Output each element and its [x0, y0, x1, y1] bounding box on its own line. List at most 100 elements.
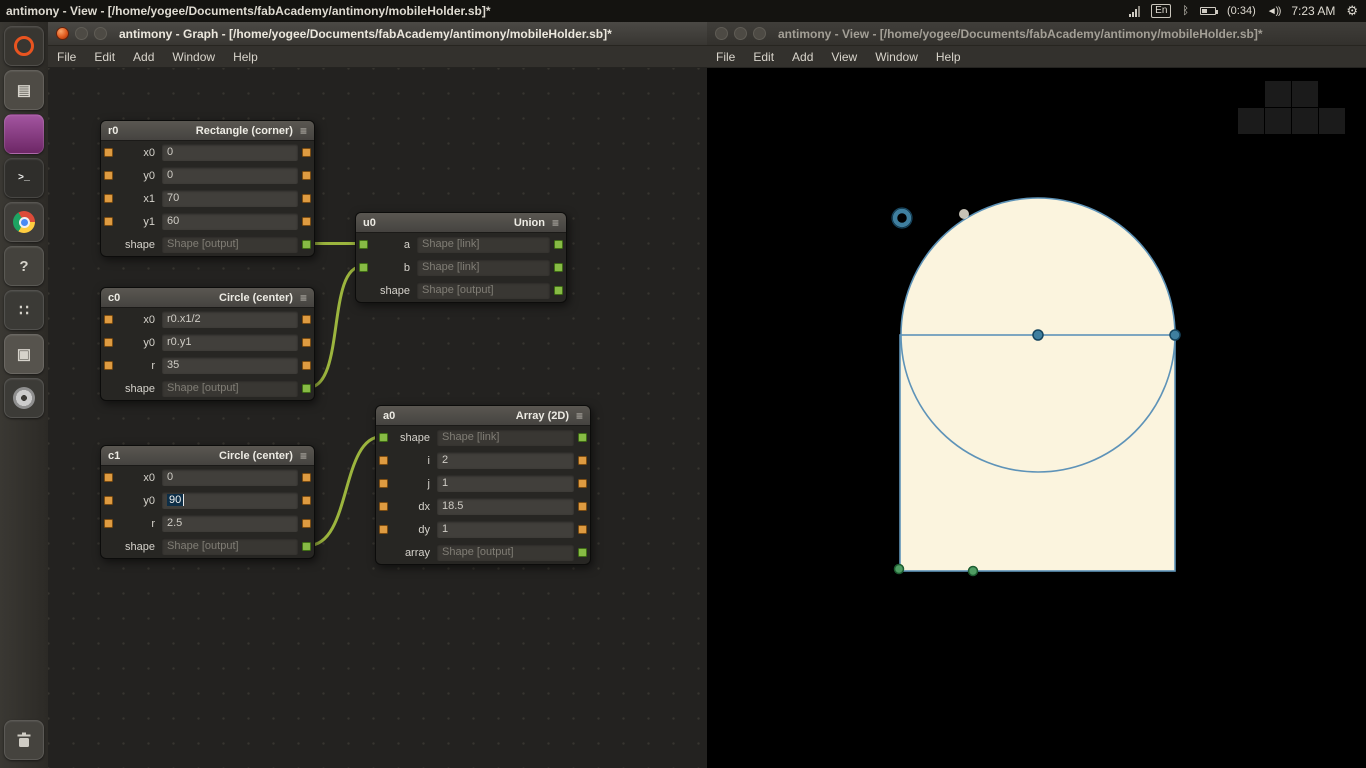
view-menu-help[interactable]: Help: [927, 46, 970, 67]
output-port[interactable]: [302, 148, 311, 157]
row-value-input[interactable]: 90: [162, 492, 298, 509]
launcher-item-trash[interactable]: [4, 720, 44, 760]
node-menu-icon[interactable]: ≡: [576, 409, 583, 423]
viewport-canvas[interactable]: [707, 68, 1366, 768]
ring-handle[interactable]: [892, 208, 912, 228]
node-u0[interactable]: u0 Union ≡ a Shape [link] b Shape [link]: [355, 212, 567, 303]
row-value-input[interactable]: 2.5: [162, 515, 298, 532]
view-menu-window[interactable]: Window: [866, 46, 927, 67]
input-port[interactable]: [104, 315, 113, 324]
input-port[interactable]: [104, 473, 113, 482]
node-u0-titlebar[interactable]: u0 Union ≡: [356, 213, 566, 233]
view-menu-file[interactable]: File: [707, 46, 744, 67]
center-handle[interactable]: [1032, 329, 1044, 341]
wire-c0-shape-to-u0-b[interactable]: [307, 265, 363, 389]
row-value-input[interactable]: 60: [162, 213, 298, 230]
graph-canvas[interactable]: r0 Rectangle (corner) ≡ x0 0 y0 0 x1 70 …: [48, 68, 707, 768]
output-port[interactable]: [578, 479, 587, 488]
input-port[interactable]: [379, 456, 388, 465]
input-port[interactable]: [104, 496, 113, 505]
node-r0[interactable]: r0 Rectangle (corner) ≡ x0 0 y0 0 x1 70 …: [100, 120, 315, 257]
output-port[interactable]: [302, 338, 311, 347]
launcher-item-software-center[interactable]: [4, 114, 44, 154]
3d-viewport[interactable]: [707, 68, 1366, 768]
output-port[interactable]: [578, 525, 587, 534]
node-c1-titlebar[interactable]: c1 Circle (center) ≡: [101, 446, 314, 466]
launcher-item-files[interactable]: ▤: [4, 70, 44, 110]
launcher-item-terminal[interactable]: >_: [4, 158, 44, 198]
launcher-item-disc-burner[interactable]: [4, 378, 44, 418]
row-value-input[interactable]: 0: [162, 144, 298, 161]
input-port[interactable]: [379, 479, 388, 488]
input-port[interactable]: [379, 525, 388, 534]
row-link-value[interactable]: Shape [link]: [417, 259, 550, 276]
corner-handle[interactable]: [893, 563, 905, 575]
output-port[interactable]: [302, 496, 311, 505]
launcher-item-calculator[interactable]: ∷: [4, 290, 44, 330]
node-menu-icon[interactable]: ≡: [552, 216, 559, 230]
node-c0[interactable]: c0 Circle (center) ≡ x0 r0.x1/2 y0 r0.y1: [100, 287, 315, 401]
input-port[interactable]: [104, 148, 113, 157]
row-link-value[interactable]: Shape [link]: [417, 236, 550, 253]
node-c1[interactable]: c1 Circle (center) ≡ x0 0 y0 90 r 2.5 sh…: [100, 445, 315, 559]
row-value-input[interactable]: r0.y1: [162, 334, 298, 351]
radius-handle[interactable]: [1169, 329, 1181, 341]
row-value-input[interactable]: 0: [162, 469, 298, 486]
output-port[interactable]: [302, 217, 311, 226]
wire-c1-shape-to-a0-shape[interactable]: [307, 435, 383, 547]
row-value-input[interactable]: 35: [162, 357, 298, 374]
row-value-input[interactable]: 2: [437, 452, 574, 469]
view-menu-view[interactable]: View: [822, 46, 866, 67]
volume-icon[interactable]: ◄)): [1267, 6, 1282, 17]
shape-input-port[interactable]: [359, 240, 368, 249]
output-port[interactable]: [302, 473, 311, 482]
graph-menu-help[interactable]: Help: [224, 46, 267, 67]
row-value-input[interactable]: 1: [437, 521, 574, 538]
minimize-button[interactable]: [734, 27, 747, 40]
output-port[interactable]: [554, 263, 563, 272]
graph-window-titlebar[interactable]: antimony - Graph - [/home/yogee/Document…: [48, 22, 707, 46]
close-button[interactable]: [56, 27, 69, 40]
shape-output-port[interactable]: [578, 548, 587, 557]
launcher-item-text-editor[interactable]: ▣: [4, 334, 44, 374]
launcher-item-chrome[interactable]: [4, 202, 44, 242]
graph-menu-file[interactable]: File: [48, 46, 85, 67]
node-menu-icon[interactable]: ≡: [300, 449, 307, 463]
close-button[interactable]: [715, 27, 728, 40]
row-value-input[interactable]: 0: [162, 167, 298, 184]
minimize-button[interactable]: [75, 27, 88, 40]
shape-input-port[interactable]: [379, 433, 388, 442]
shape-output-port[interactable]: [302, 240, 311, 249]
row-value-input[interactable]: 18.5: [437, 498, 574, 515]
output-port[interactable]: [302, 194, 311, 203]
maximize-button[interactable]: [94, 27, 107, 40]
launcher-item-help[interactable]: ?: [4, 246, 44, 286]
input-port[interactable]: [104, 217, 113, 226]
output-port[interactable]: [302, 361, 311, 370]
node-c0-titlebar[interactable]: c0 Circle (center) ≡: [101, 288, 314, 308]
output-port[interactable]: [578, 433, 587, 442]
bluetooth-icon[interactable]: ᛒ: [1182, 5, 1189, 17]
launcher-item-ubuntu-dash[interactable]: [4, 26, 44, 66]
array-handle[interactable]: [967, 565, 979, 577]
node-menu-icon[interactable]: ≡: [300, 291, 307, 305]
output-port[interactable]: [578, 456, 587, 465]
view-menu-edit[interactable]: Edit: [744, 46, 783, 67]
node-a0[interactable]: a0 Array (2D) ≡ shape Shape [link] i 2 j…: [375, 405, 591, 565]
row-link-value[interactable]: Shape [link]: [437, 429, 574, 446]
shape-output-port[interactable]: [302, 384, 311, 393]
input-port[interactable]: [104, 338, 113, 347]
node-menu-icon[interactable]: ≡: [300, 124, 307, 138]
view-window-titlebar[interactable]: antimony - View - [/home/yogee/Documents…: [707, 22, 1366, 46]
row-value-input[interactable]: r0.x1/2: [162, 311, 298, 328]
input-port[interactable]: [104, 171, 113, 180]
node-a0-titlebar[interactable]: a0 Array (2D) ≡: [376, 406, 590, 426]
view-menu-add[interactable]: Add: [783, 46, 822, 67]
input-port[interactable]: [379, 502, 388, 511]
input-port[interactable]: [104, 194, 113, 203]
clock-label[interactable]: 7:23 AM: [1291, 4, 1335, 18]
graph-menu-edit[interactable]: Edit: [85, 46, 124, 67]
session-gear-icon[interactable]: ⚙: [1346, 3, 1358, 19]
output-port[interactable]: [302, 171, 311, 180]
shape-output-port[interactable]: [302, 542, 311, 551]
